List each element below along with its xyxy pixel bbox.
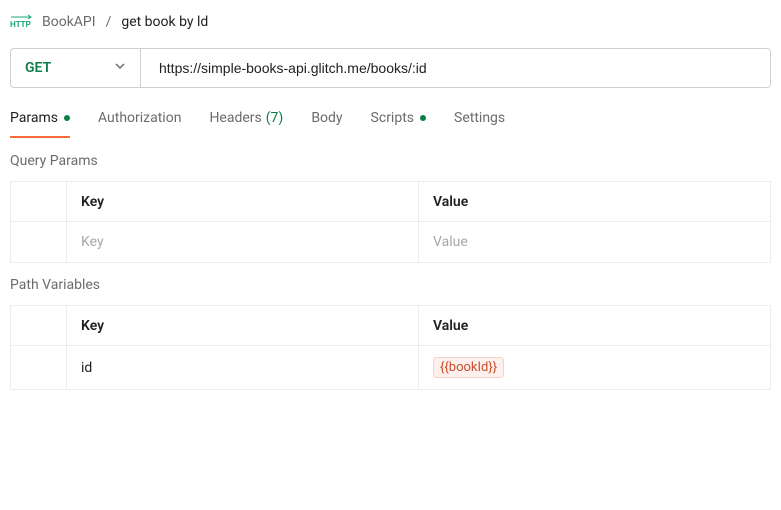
tab-headers[interactable]: Headers (7) <box>209 110 283 138</box>
variable-tag[interactable]: {{bookId}} <box>433 357 504 378</box>
key-input[interactable]: Key <box>67 222 419 262</box>
tab-scripts[interactable]: Scripts <box>371 110 426 138</box>
value-input[interactable]: Value <box>419 222 770 262</box>
tab-authorization[interactable]: Authorization <box>98 110 181 138</box>
table-header-row: Key Value <box>11 306 770 346</box>
tab-body-label: Body <box>311 110 342 126</box>
method-label: GET <box>25 60 51 76</box>
column-header-value: Value <box>419 182 770 221</box>
checkbox-header <box>11 182 67 221</box>
tab-headers-label: Headers <box>209 110 261 126</box>
key-input[interactable]: id <box>67 346 419 389</box>
active-dot-icon <box>420 115 426 121</box>
chevron-down-icon <box>114 60 126 76</box>
tab-settings[interactable]: Settings <box>454 110 505 138</box>
checkbox-header <box>11 306 67 345</box>
table-row[interactable]: id {{bookId}} <box>11 346 770 389</box>
path-variables-table: Key Value id {{bookId}} <box>10 305 771 390</box>
breadcrumb-separator: / <box>106 14 112 30</box>
request-tabs: Params Authorization Headers (7) Body Sc… <box>0 88 781 139</box>
column-header-key: Key <box>67 182 419 221</box>
tab-body[interactable]: Body <box>311 110 342 138</box>
breadcrumb: HTTP BookAPI / get book by ld <box>0 0 781 48</box>
active-dot-icon <box>64 115 70 121</box>
query-params-table: Key Value Key Value <box>10 181 771 263</box>
query-params-title: Query Params <box>0 139 781 181</box>
http-icon: HTTP <box>10 14 32 30</box>
breadcrumb-current: get book by ld <box>121 14 208 30</box>
url-bar: GET <box>10 48 771 88</box>
path-variables-title: Path Variables <box>0 263 781 305</box>
tab-settings-label: Settings <box>454 110 505 126</box>
url-input[interactable] <box>141 49 770 87</box>
column-header-value: Value <box>419 306 770 345</box>
row-checkbox[interactable] <box>11 346 67 389</box>
tab-params-label: Params <box>10 110 58 126</box>
table-row[interactable]: Key Value <box>11 222 770 262</box>
table-header-row: Key Value <box>11 182 770 222</box>
tab-scripts-label: Scripts <box>371 110 414 126</box>
tab-params[interactable]: Params <box>10 110 70 138</box>
tab-authorization-label: Authorization <box>98 110 181 126</box>
svg-text:HTTP: HTTP <box>10 20 32 29</box>
breadcrumb-parent[interactable]: BookAPI <box>42 14 96 30</box>
column-header-key: Key <box>67 306 419 345</box>
row-checkbox[interactable] <box>11 222 67 262</box>
tab-headers-count: (7) <box>266 110 284 126</box>
method-selector[interactable]: GET <box>11 49 141 87</box>
value-input[interactable]: {{bookId}} <box>419 346 770 389</box>
